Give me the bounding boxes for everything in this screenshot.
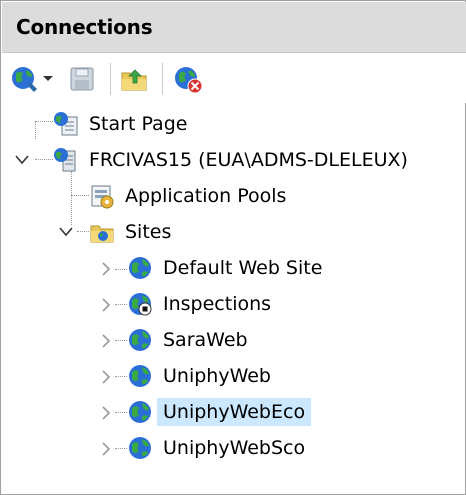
website-globe-icon bbox=[129, 329, 151, 351]
folder-up-icon bbox=[121, 69, 147, 91]
chevron-down-icon bbox=[43, 76, 53, 81]
expand-chevron-icon[interactable] bbox=[97, 260, 115, 278]
toolbar-separator bbox=[162, 63, 163, 95]
tree-item-site[interactable]: UniphyWeb bbox=[127, 359, 277, 393]
application-pools-icon bbox=[91, 185, 114, 209]
website-globe-icon bbox=[129, 365, 151, 387]
tree-item-site[interactable]: Inspections bbox=[127, 287, 277, 321]
toolbar-separator bbox=[110, 63, 111, 95]
connections-panel: Connections Start Page FRCIVAS15 (EUA\AD… bbox=[0, 0, 466, 495]
expand-chevron-icon[interactable] bbox=[97, 368, 115, 386]
tree-item-label: Application Pools bbox=[125, 185, 287, 207]
panel-header: Connections bbox=[2, 2, 466, 53]
tree-item-label: UniphyWebSco bbox=[163, 437, 306, 459]
tree-item-site[interactable]: UniphyWebSco bbox=[127, 431, 311, 465]
tree-item-label: UniphyWeb bbox=[163, 365, 271, 387]
save-button[interactable] bbox=[68, 63, 100, 95]
save-icon bbox=[70, 67, 94, 91]
connections-tree: Start Page FRCIVAS15 (EUA\ADMS-DLELEUX) bbox=[1, 103, 465, 483]
sites-folder-icon bbox=[90, 225, 114, 243]
expand-chevron-icon[interactable] bbox=[97, 332, 115, 350]
tree-item-site[interactable]: Default Web Site bbox=[127, 251, 328, 285]
tree-item-sites[interactable]: Sites bbox=[89, 215, 177, 249]
tree-item-label: FRCIVAS15 (EUA\ADMS-DLELEUX) bbox=[89, 149, 408, 171]
expand-chevron-icon[interactable] bbox=[97, 296, 115, 314]
tree-item-site[interactable]: SaraWeb bbox=[127, 323, 254, 357]
globe-connect-icon bbox=[12, 67, 37, 92]
connect-button[interactable] bbox=[10, 63, 58, 95]
tree-item-label: UniphyWebEco bbox=[157, 398, 312, 426]
tree-item-server[interactable]: FRCIVAS15 (EUA\ADMS-DLELEUX) bbox=[53, 143, 414, 177]
tree-item-application-pools[interactable]: Application Pools bbox=[89, 179, 292, 213]
start-page-icon bbox=[54, 112, 78, 136]
disconnect-button[interactable] bbox=[172, 63, 208, 95]
tree-item-label: Start Page bbox=[89, 113, 188, 135]
tree-item-site[interactable]: UniphyWebEco bbox=[127, 395, 312, 429]
expand-chevron-icon[interactable] bbox=[97, 404, 115, 422]
expand-chevron-icon[interactable] bbox=[13, 151, 31, 169]
website-globe-icon bbox=[129, 257, 151, 279]
tree-item-label: Inspections bbox=[163, 293, 272, 315]
toolbar bbox=[2, 53, 466, 103]
expand-chevron-icon[interactable] bbox=[57, 223, 75, 241]
expand-chevron-icon[interactable] bbox=[97, 440, 115, 458]
tree-item-start-page[interactable]: Start Page bbox=[53, 107, 193, 141]
tree-item-label: Sites bbox=[125, 221, 172, 243]
server-icon bbox=[54, 148, 76, 172]
website-globe-icon bbox=[129, 401, 151, 423]
website-globe-icon bbox=[129, 437, 151, 459]
globe-disconnect-icon bbox=[175, 67, 203, 94]
panel-title: Connections bbox=[16, 15, 153, 39]
up-level-button[interactable] bbox=[120, 63, 152, 95]
tree-item-label: Default Web Site bbox=[163, 257, 323, 279]
tree-item-label: SaraWeb bbox=[163, 329, 248, 351]
website-stopped-icon bbox=[129, 293, 152, 316]
